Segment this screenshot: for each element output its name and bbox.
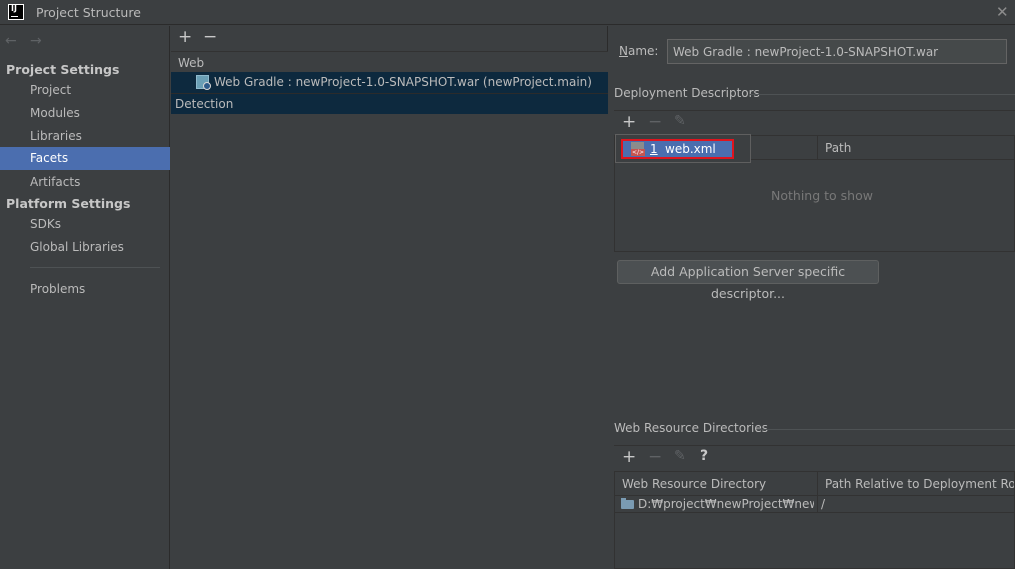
deployment-descriptors-title: Deployment Descriptors [614,86,760,100]
popup-item-web-xml[interactable]: 1 web.xml [621,139,734,159]
sidebar-item-project[interactable]: Project [0,79,170,102]
facet-details-panel: Name: Deployment Descriptors + − ✎ Type … [609,26,1015,569]
cell-relative-path: / [821,497,826,511]
name-label: Name: [619,44,659,58]
sidebar-item-facets[interactable]: Facets [0,147,170,170]
sidebar: ← → Project Settings Project Modules Lib… [0,26,170,569]
project-settings-header: Project Settings [6,62,120,77]
sidebar-item-libraries[interactable]: Libraries [0,125,170,148]
facets-tree-panel: + − Web Web Gradle : newProject-1.0-SNAP… [171,26,608,569]
tree-item-web-gradle[interactable]: Web Gradle : newProject-1.0-SNAPSHOT.war… [171,72,608,93]
tree-group-web[interactable]: Web [178,56,204,70]
facets-tree: Web Web Gradle : newProject-1.0-SNAPSHOT… [171,51,608,569]
sidebar-item-global-libraries[interactable]: Global Libraries [0,236,170,259]
popup-item-label: web.xml [665,142,716,156]
add-descriptor-button[interactable]: + [622,112,636,132]
remove-facet-button[interactable]: − [203,27,217,47]
sidebar-item-modules[interactable]: Modules [0,102,170,125]
folder-icon [621,498,634,509]
deployment-toolbar: + − ✎ [614,110,1015,135]
web-resources-table: Web Resource Directory Path Relative to … [614,471,1015,569]
column-separator [817,496,818,513]
sidebar-divider [30,267,160,268]
empty-table-text: Nothing to show [771,188,873,203]
web-resources-toolbar: + − ✎ ? [614,445,1015,470]
add-facet-button[interactable]: + [178,27,192,47]
edit-web-resource-icon[interactable]: ✎ [674,448,686,464]
group-divider [757,429,1015,430]
tree-item-label: Detection [175,97,234,111]
table-row[interactable]: D:₩project₩newProject₩newP... / [615,496,1014,513]
remove-web-resource-button[interactable]: − [648,447,662,467]
add-server-descriptor-button[interactable]: Add Application Server specific descript… [617,260,879,301]
forward-arrow-icon[interactable]: → [30,33,42,49]
add-descriptor-popup: 1 web.xml [615,134,751,163]
column-header-path[interactable]: Path [818,136,1014,160]
column-header-web-resource-directory[interactable]: Web Resource Directory [615,472,817,496]
sidebar-item-artifacts[interactable]: Artifacts [0,171,170,194]
sidebar-item-sdks[interactable]: SDKs [0,213,170,236]
add-web-resource-button[interactable]: + [622,447,636,467]
back-arrow-icon[interactable]: ← [5,33,17,49]
tree-item-detection[interactable]: Detection [171,93,608,114]
web-resource-directories-title: Web Resource Directories [614,421,768,435]
xml-file-icon [631,142,646,156]
help-icon[interactable]: ? [700,448,708,464]
popup-item-mnemonic: 1 [650,142,658,156]
edit-descriptor-icon[interactable]: ✎ [674,113,686,129]
remove-descriptor-button[interactable]: − [648,112,662,132]
column-header-path-relative[interactable]: Path Relative to Deployment Root [818,472,1014,496]
name-input[interactable] [667,39,1007,64]
title-bar: IJ Project Structure ✕ [0,0,1015,25]
tree-item-label: Web Gradle : newProject-1.0-SNAPSHOT.war… [214,75,592,89]
globe-icon [203,82,211,90]
platform-settings-header: Platform Settings [6,196,131,211]
sidebar-item-problems[interactable]: Problems [0,278,170,301]
window-title: Project Structure [36,5,141,20]
group-divider [749,94,1015,95]
close-icon[interactable]: ✕ [996,3,1009,21]
cell-directory: D:₩project₩newProject₩newP... [638,497,814,511]
intellij-logo-icon: IJ [8,4,24,20]
